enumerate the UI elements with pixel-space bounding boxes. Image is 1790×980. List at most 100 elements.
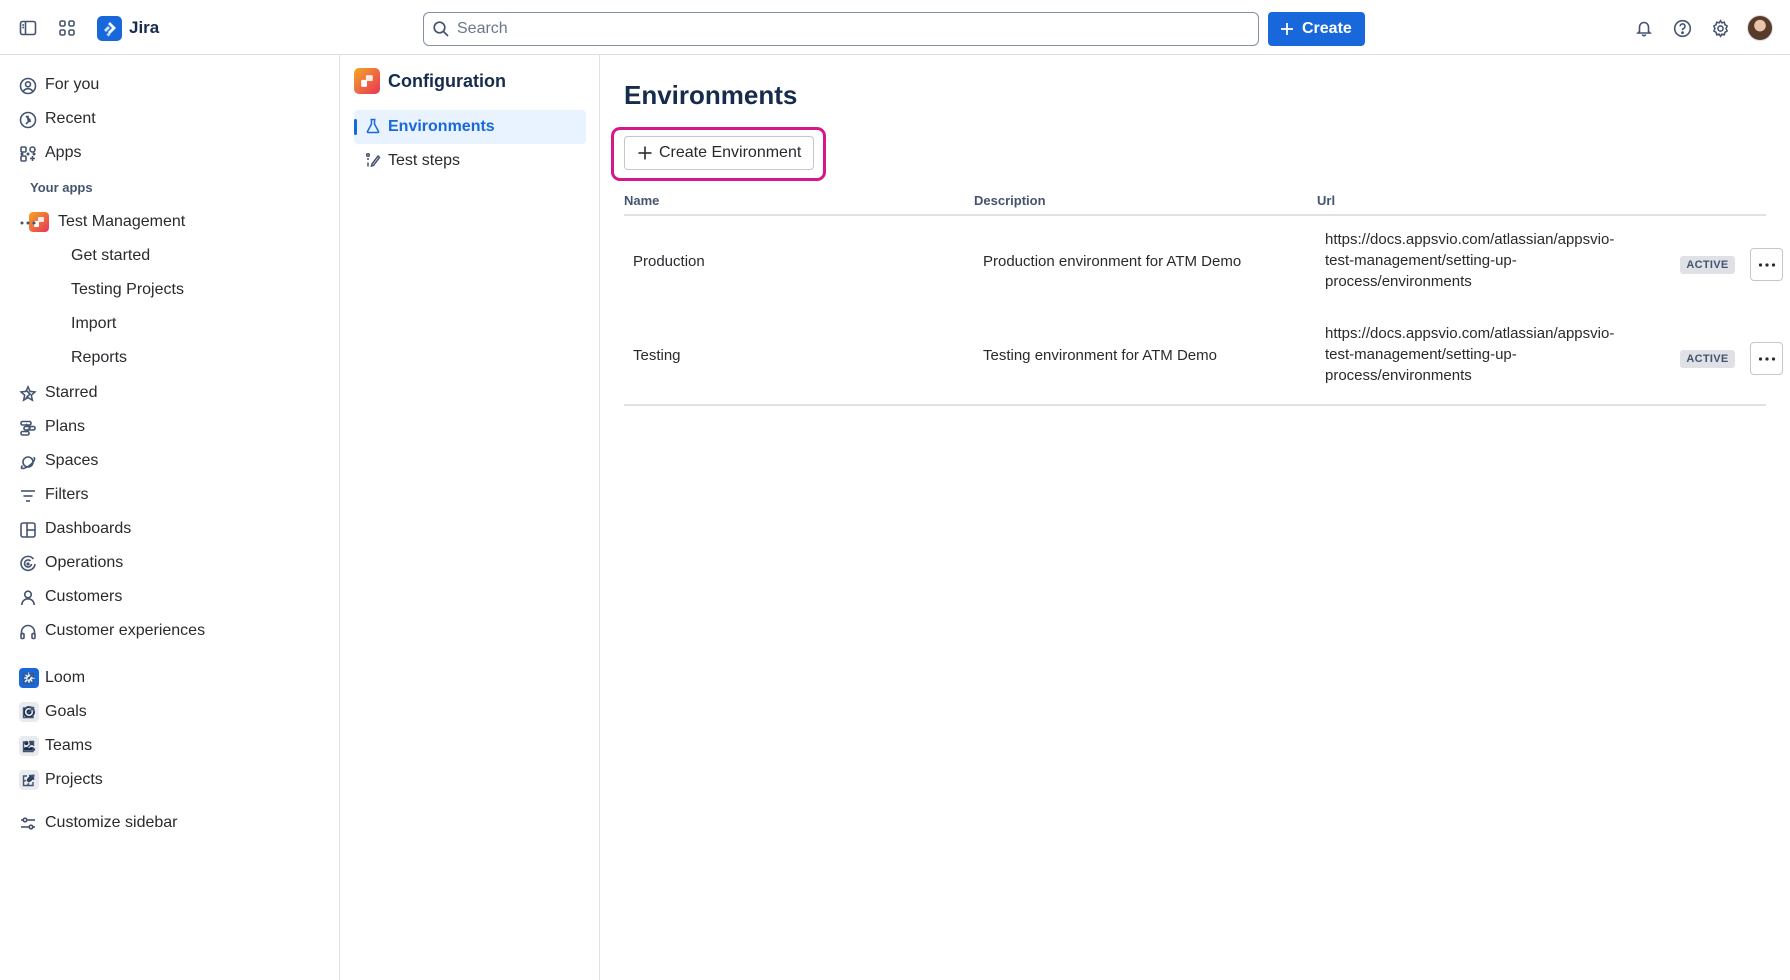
column-header-description[interactable]: Description xyxy=(974,193,1046,208)
help-icon[interactable] xyxy=(1668,14,1696,42)
sidebar-item-label: For you xyxy=(45,76,100,93)
sidebar-item-projects[interactable]: Projects xyxy=(0,764,340,796)
column-header-name[interactable]: Name xyxy=(624,193,659,208)
config-item-test-steps[interactable]: Test steps xyxy=(354,144,586,178)
sidebar-item-label: Dashboards xyxy=(45,520,132,537)
sidebar-item-label: Customer experiences xyxy=(45,622,206,639)
row-actions-button[interactable] xyxy=(1750,248,1783,281)
bell-icon[interactable] xyxy=(1630,14,1658,42)
app-switcher-icon[interactable] xyxy=(53,14,81,42)
environment-description: Production environment for ATM Demo xyxy=(983,253,1242,270)
environment-url[interactable]: https://docs.appsvio.com/atlassian/appsv… xyxy=(1325,229,1645,292)
sidebar-item-operations[interactable]: Operations xyxy=(0,547,340,579)
sidebar-item-label: Apps xyxy=(45,144,82,161)
chevron-right-icon[interactable] xyxy=(19,419,37,437)
sidebar-item-import[interactable]: Import xyxy=(0,308,340,340)
section-title-your-apps: Your apps xyxy=(30,180,93,195)
column-header-url[interactable]: Url xyxy=(1317,193,1335,208)
create-button[interactable]: Create xyxy=(1268,12,1365,46)
sidebar-item-label: Goals xyxy=(45,703,87,720)
table-row: Testing Testing environment for ATM Demo… xyxy=(624,312,1783,406)
sidebar-item-customers[interactable]: Customers xyxy=(0,581,340,613)
sidebar-item-filters[interactable]: Filters xyxy=(0,479,340,511)
sidebar-item-loom[interactable]: Loom xyxy=(0,662,340,694)
sidebar-toggle-icon[interactable] xyxy=(14,14,42,42)
sidebar-item-label: Customize sidebar xyxy=(45,814,178,831)
chevron-right-icon[interactable] xyxy=(19,385,37,403)
table-bottom-divider xyxy=(624,404,1766,406)
sidebar-item-recent[interactable]: Recent xyxy=(0,103,340,135)
environment-name: Production xyxy=(633,253,705,270)
page-title: Environments xyxy=(624,80,798,110)
sidebar-item-label: Testing Projects xyxy=(71,281,184,298)
test-management-logo-icon xyxy=(354,68,380,94)
sidebar-item-label: Operations xyxy=(45,554,124,571)
environment-description: Testing environment for ATM Demo xyxy=(983,347,1217,364)
create-button-label: Create xyxy=(1302,20,1352,37)
url-line: process/environments xyxy=(1325,367,1472,384)
more-icon xyxy=(1758,356,1776,361)
environment-name: Testing xyxy=(633,347,681,364)
table-header-divider xyxy=(624,214,1766,216)
search-input[interactable]: Search xyxy=(423,12,1259,46)
sidebar-item-label: Get started xyxy=(71,247,151,264)
sidebar-item-spaces[interactable]: Spaces xyxy=(0,445,340,477)
sidebar-item-plans[interactable]: Plans xyxy=(0,411,340,443)
config-item-label: Test steps xyxy=(388,152,461,169)
sidebar: For you Recent Apps Your apps Test Manag… xyxy=(0,55,340,980)
filter-icon xyxy=(19,487,37,505)
sidebar-item-starred[interactable]: Starred xyxy=(0,377,340,409)
create-environment-label: Create Environment xyxy=(659,144,802,161)
sidebar-item-label: Import xyxy=(71,315,117,332)
plus-icon xyxy=(637,145,653,161)
sidebar-item-test-management[interactable]: Test Management xyxy=(0,206,340,238)
search-icon xyxy=(432,20,450,38)
sidebar-item-goals[interactable]: Goals xyxy=(0,696,340,728)
sidebar-item-teams[interactable]: Teams xyxy=(0,730,340,762)
test-steps-icon xyxy=(365,152,381,168)
url-line: https://docs.appsvio.com/atlassian/appsv… xyxy=(1325,325,1615,342)
url-line: test-management/setting-up- xyxy=(1325,346,1517,363)
headset-icon xyxy=(19,623,37,641)
plus-icon xyxy=(1280,22,1294,36)
sidebar-item-label: Spaces xyxy=(45,452,99,469)
config-item-environments[interactable]: Environments xyxy=(354,110,586,144)
flask-icon xyxy=(365,118,381,134)
sidebar-item-label: Teams xyxy=(45,737,93,754)
status-badge: ACTIVE xyxy=(1680,350,1735,368)
sidebar-item-customize-sidebar[interactable]: Customize sidebar xyxy=(0,807,340,839)
sidebar-item-testing-projects[interactable]: Testing Projects xyxy=(0,274,340,306)
main-content: Environments Create Environment Name Des… xyxy=(601,55,1790,980)
gear-icon[interactable] xyxy=(1706,14,1734,42)
sidebar-item-reports[interactable]: Reports xyxy=(0,342,340,374)
table-row: Production Production environment for AT… xyxy=(624,218,1783,312)
more-icon[interactable] xyxy=(19,214,37,232)
sidebar-item-dashboards[interactable]: Dashboards xyxy=(0,513,340,545)
sidebar-item-label: Test Management xyxy=(58,213,186,230)
more-icon[interactable] xyxy=(19,145,37,163)
url-line: https://docs.appsvio.com/atlassian/appsv… xyxy=(1325,231,1615,248)
sidebar-item-for-you[interactable]: For you xyxy=(0,69,340,101)
sidebar-item-label: Loom xyxy=(45,669,86,686)
external-link-icon xyxy=(19,772,37,790)
sidebar-item-label: Plans xyxy=(45,418,86,435)
sidebar-item-get-started[interactable]: Get started xyxy=(0,240,340,272)
operations-icon xyxy=(19,555,37,573)
sidebar-item-apps[interactable]: Apps xyxy=(0,137,340,169)
customize-icon xyxy=(19,815,37,833)
jira-logo-icon[interactable] xyxy=(97,16,122,41)
chevron-right-icon[interactable] xyxy=(19,111,37,129)
external-link-icon xyxy=(19,704,37,722)
avatar[interactable] xyxy=(1747,15,1773,41)
app-name[interactable]: Jira xyxy=(129,18,159,38)
sidebar-item-label: Projects xyxy=(45,771,103,788)
sidebar-item-customer-experiences[interactable]: Customer experiences xyxy=(0,615,340,647)
sidebar-item-label: Reports xyxy=(71,349,128,366)
configuration-panel: Configuration Environments Test steps xyxy=(340,55,600,980)
person-icon xyxy=(19,589,37,607)
row-actions-button[interactable] xyxy=(1750,342,1783,375)
top-navigation: Jira Search Create xyxy=(0,0,1790,55)
environment-url[interactable]: https://docs.appsvio.com/atlassian/appsv… xyxy=(1325,323,1645,386)
create-environment-button[interactable]: Create Environment xyxy=(624,136,814,170)
url-line: test-management/setting-up- xyxy=(1325,252,1517,269)
